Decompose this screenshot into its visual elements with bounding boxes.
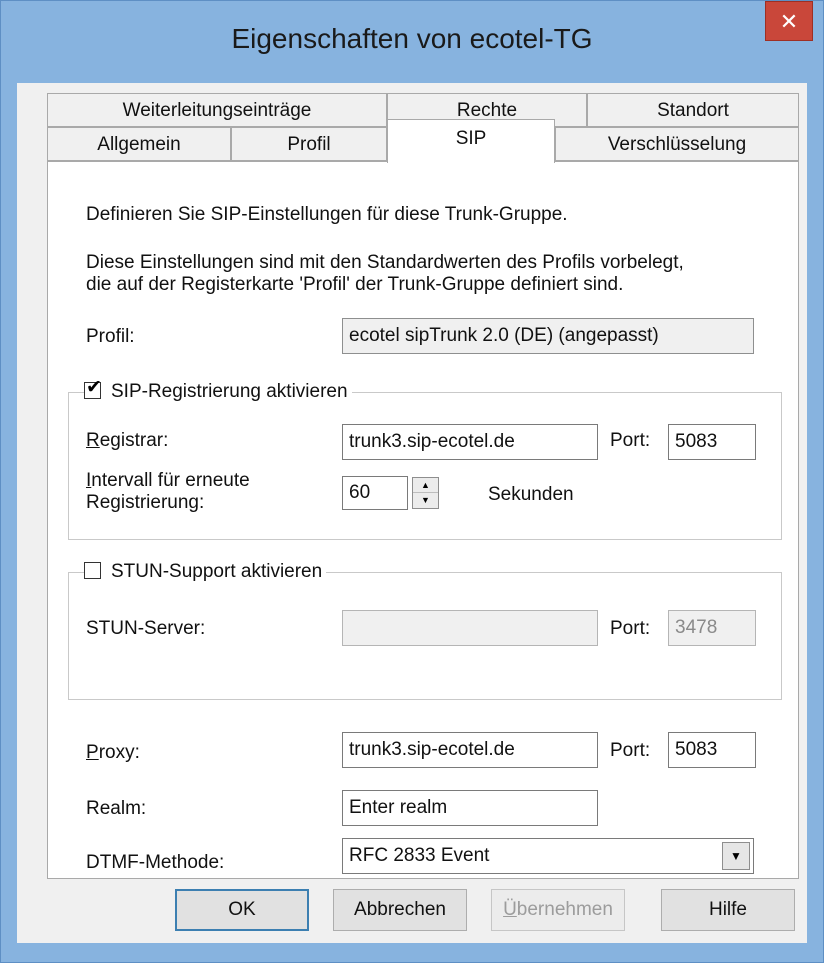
registrar-label: Registrar: (86, 430, 169, 451)
sip-info-line-2: die auf der Registerkarte 'Profil' der T… (86, 274, 624, 295)
tab-standort[interactable]: Standort (587, 93, 799, 127)
ok-button[interactable]: OK (175, 889, 309, 931)
close-icon: ✕ (779, 9, 799, 34)
checkmark-icon: ✔ (86, 377, 102, 398)
interval-label: Intervall für erneute Registrierung: (86, 470, 250, 513)
sip-registration-group (68, 392, 782, 540)
profil-field: ecotel sipTrunk 2.0 (DE) (angepasst) (342, 318, 754, 354)
interval-input[interactable]: 60 (342, 476, 408, 510)
spin-down-icon[interactable]: ▼ (413, 493, 438, 508)
stun-checkbox[interactable]: STUN-Support aktivieren (84, 561, 327, 583)
checkbox-icon: ✔ (84, 377, 102, 399)
spin-up-icon[interactable]: ▲ (413, 478, 438, 493)
realm-label: Realm: (86, 798, 147, 819)
registrar-input[interactable]: trunk3.sip-ecotel.de (342, 424, 598, 460)
stun-label: STUN-Support aktivieren (111, 561, 323, 582)
tab-allgemein[interactable]: Allgemein (47, 127, 231, 161)
stun-server-label: STUN-Server: (86, 618, 206, 639)
dtmf-method-select[interactable]: RFC 2833 Event ▼ (342, 838, 754, 874)
window-title: Eigenschaften von ecotel-TG (231, 23, 593, 54)
cancel-button[interactable]: Abbrechen (333, 889, 467, 931)
title-bar[interactable]: Eigenschaften von ecotel-TG ✕ (1, 1, 823, 83)
dtmf-label: DTMF-Methode: (86, 852, 225, 873)
interval-spinner[interactable]: ▲ ▼ (412, 477, 439, 509)
profil-label: Profil: (86, 326, 135, 347)
registrar-port-label: Port: (610, 430, 651, 451)
tab-profil[interactable]: Profil (231, 127, 387, 161)
proxy-label: Proxy: (86, 742, 140, 763)
registrar-port-input[interactable]: 5083 (668, 424, 756, 460)
apply-button[interactable]: Übernehmen (491, 889, 625, 931)
interval-unit-label: Sekunden (488, 484, 574, 505)
realm-input[interactable]: Enter realm (342, 790, 598, 826)
sip-tab-panel: Definieren Sie SIP-Einstellungen für die… (47, 161, 799, 879)
checkbox-icon (84, 562, 101, 579)
sip-intro-text: Definieren Sie SIP-Einstellungen für die… (86, 204, 568, 225)
help-button[interactable]: Hilfe (661, 889, 795, 931)
close-button[interactable]: ✕ (765, 1, 813, 41)
chevron-down-icon[interactable]: ▼ (722, 842, 750, 870)
proxy-input[interactable]: trunk3.sip-ecotel.de (342, 732, 598, 768)
stun-server-input[interactable] (342, 610, 598, 646)
tab-weiterleitungseintraege[interactable]: Weiterleitungseinträge (47, 93, 387, 127)
stun-port-input[interactable]: 3478 (668, 610, 756, 646)
proxy-port-input[interactable]: 5083 (668, 732, 756, 768)
proxy-port-label: Port: (610, 740, 651, 761)
sip-registration-label: SIP-Registrierung aktivieren (111, 381, 348, 402)
dtmf-selected-value: RFC 2833 Event (349, 845, 490, 866)
stun-port-label: Port: (610, 618, 651, 639)
dialog-window: Eigenschaften von ecotel-TG ✕ Weiterleit… (0, 0, 824, 963)
tab-verschluesselung[interactable]: Verschlüsselung (555, 127, 799, 161)
sip-registration-checkbox[interactable]: ✔ SIP-Registrierung aktivieren (84, 377, 352, 403)
tab-sip[interactable]: SIP (387, 119, 555, 163)
dialog-client-area: Weiterleitungseinträge Rechte Standort A… (17, 83, 807, 943)
sip-info-line-1: Diese Einstellungen sind mit den Standar… (86, 252, 684, 273)
